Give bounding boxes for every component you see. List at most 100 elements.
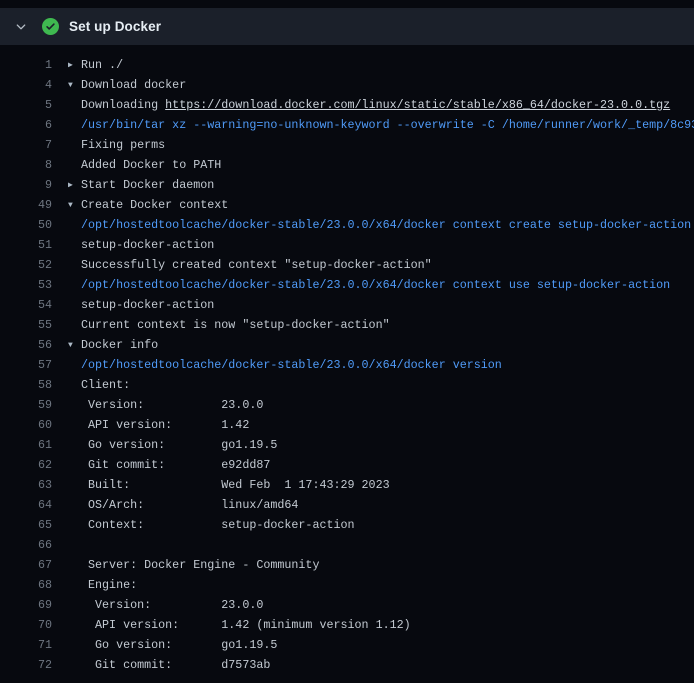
line-number[interactable]: 56: [0, 335, 52, 355]
log-text: Version: 23.0.0: [81, 598, 263, 612]
check-circle-icon: [42, 18, 59, 35]
line-number[interactable]: 61: [0, 435, 52, 455]
line-number[interactable]: 60: [0, 415, 52, 435]
log-line: 67 Server: Docker Engine - Community: [0, 555, 694, 575]
log-text: Downloading: [81, 98, 165, 112]
log-text: API version: 1.42 (minimum version 1.12): [81, 618, 411, 632]
log-command-text: /usr/bin/tar xz --warning=no-unknown-key…: [81, 118, 694, 132]
line-content: /opt/hostedtoolcache/docker-stable/23.0.…: [68, 275, 694, 295]
line-content: /opt/hostedtoolcache/docker-stable/23.0.…: [68, 355, 694, 375]
log-line: 63 Built: Wed Feb 1 17:43:29 2023: [0, 475, 694, 495]
line-number[interactable]: 67: [0, 555, 52, 575]
line-content: Server: Docker Engine - Community: [68, 555, 694, 575]
line-content: ▼Create Docker context: [68, 195, 694, 215]
log-text: Docker info: [81, 338, 158, 352]
group-collapse-icon[interactable]: ▼: [68, 76, 81, 95]
line-content: Version: 23.0.0: [68, 595, 694, 615]
log-text: setup-docker-action: [81, 298, 214, 312]
line-number[interactable]: 9: [0, 175, 52, 195]
group-collapse-icon[interactable]: ▼: [68, 196, 81, 215]
line-number[interactable]: 59: [0, 395, 52, 415]
line-number[interactable]: 7: [0, 135, 52, 155]
line-content: setup-docker-action: [68, 295, 694, 315]
log-line: 68 Engine:: [0, 575, 694, 595]
log-command-text: /opt/hostedtoolcache/docker-stable/23.0.…: [81, 278, 670, 292]
line-number[interactable]: 58: [0, 375, 52, 395]
line-number[interactable]: 71: [0, 635, 52, 655]
line-content: Successfully created context "setup-dock…: [68, 255, 694, 275]
line-content: ▼Download docker: [68, 75, 694, 95]
group-expand-icon[interactable]: ▶: [68, 176, 81, 195]
line-number[interactable]: 53: [0, 275, 52, 295]
log-text: OS/Arch: linux/amd64: [81, 498, 298, 512]
line-number[interactable]: 55: [0, 315, 52, 335]
line-number[interactable]: 64: [0, 495, 52, 515]
line-number[interactable]: 69: [0, 595, 52, 615]
line-content: /opt/hostedtoolcache/docker-stable/23.0.…: [68, 215, 694, 235]
line-number[interactable]: 4: [0, 75, 52, 95]
line-content: Git commit: d7573ab: [68, 655, 694, 675]
log-line: 8 Added Docker to PATH: [0, 155, 694, 175]
log-text: Context: setup-docker-action: [81, 518, 355, 532]
log-line: 52 Successfully created context "setup-do…: [0, 255, 694, 275]
log-line: 58Client:: [0, 375, 694, 395]
log-text: Server: Docker Engine - Community: [81, 558, 319, 572]
log-group-line[interactable]: 4 ▼Download docker: [0, 75, 694, 95]
line-number[interactable]: 49: [0, 195, 52, 215]
line-content: ▼Docker info: [68, 335, 694, 355]
top-spacer: [0, 0, 694, 8]
line-number[interactable]: 6: [0, 115, 52, 135]
log-group-line[interactable]: 1 ▶Run ./: [0, 55, 694, 75]
step-title: Set up Docker: [69, 19, 161, 34]
log-text: Git commit: e92dd87: [81, 458, 270, 472]
log-command-text: /opt/hostedtoolcache/docker-stable/23.0.…: [81, 358, 502, 372]
line-number[interactable]: 54: [0, 295, 52, 315]
log-text: Successfully created context "setup-dock…: [81, 258, 432, 272]
line-content: ▶Run ./: [68, 55, 694, 75]
line-content: setup-docker-action: [68, 235, 694, 255]
group-collapse-icon[interactable]: ▼: [68, 336, 81, 355]
line-number[interactable]: 57: [0, 355, 52, 375]
log-link[interactable]: https://download.docker.com/linux/static…: [165, 98, 670, 112]
log-line: 62 Git commit: e92dd87: [0, 455, 694, 475]
line-number[interactable]: 72: [0, 655, 52, 675]
log-line: 64 OS/Arch: linux/amd64: [0, 495, 694, 515]
line-content: Go version: go1.19.5: [68, 435, 694, 455]
line-number[interactable]: 66: [0, 535, 52, 555]
log-area: 1 ▶Run ./ 4 ▼Download docker 5 Downloading ht…: [0, 45, 694, 675]
step-header[interactable]: Set up Docker: [0, 8, 694, 45]
log-group-line[interactable]: 49 ▼Create Docker context: [0, 195, 694, 215]
line-number[interactable]: 51: [0, 235, 52, 255]
line-number[interactable]: 63: [0, 475, 52, 495]
chevron-down-icon[interactable]: [14, 20, 28, 34]
log-lines: 1 ▶Run ./ 4 ▼Download docker 5 Downloading ht…: [0, 55, 694, 675]
log-line: 50/opt/hostedtoolcache/docker-stable/23.…: [0, 215, 694, 235]
line-number[interactable]: 70: [0, 615, 52, 635]
log-line: 66: [0, 535, 694, 555]
line-number[interactable]: 62: [0, 455, 52, 475]
line-content: Engine:: [68, 575, 694, 595]
log-text: Version: 23.0.0: [81, 398, 263, 412]
line-content: Current context is now "setup-docker-act…: [68, 315, 694, 335]
log-line: 69 Version: 23.0.0: [0, 595, 694, 615]
line-content: Context: setup-docker-action: [68, 515, 694, 535]
log-line: 51 setup-docker-action: [0, 235, 694, 255]
group-expand-icon[interactable]: ▶: [68, 56, 81, 75]
line-number[interactable]: 68: [0, 575, 52, 595]
log-text: Start Docker daemon: [81, 178, 214, 192]
log-group-line[interactable]: 9 ▶Start Docker daemon: [0, 175, 694, 195]
line-number[interactable]: 52: [0, 255, 52, 275]
log-line: 5 Downloading https://download.docker.com…: [0, 95, 694, 115]
line-number[interactable]: 8: [0, 155, 52, 175]
line-content: Added Docker to PATH: [68, 155, 694, 175]
line-number[interactable]: 5: [0, 95, 52, 115]
log-line: 72 Git commit: d7573ab: [0, 655, 694, 675]
log-text: Current context is now "setup-docker-act…: [81, 318, 390, 332]
log-line: 65 Context: setup-docker-action: [0, 515, 694, 535]
line-number[interactable]: 1: [0, 55, 52, 75]
line-content: API version: 1.42: [68, 415, 694, 435]
log-group-line[interactable]: 56 ▼Docker info: [0, 335, 694, 355]
log-line: 60 API version: 1.42: [0, 415, 694, 435]
line-number[interactable]: 65: [0, 515, 52, 535]
line-number[interactable]: 50: [0, 215, 52, 235]
